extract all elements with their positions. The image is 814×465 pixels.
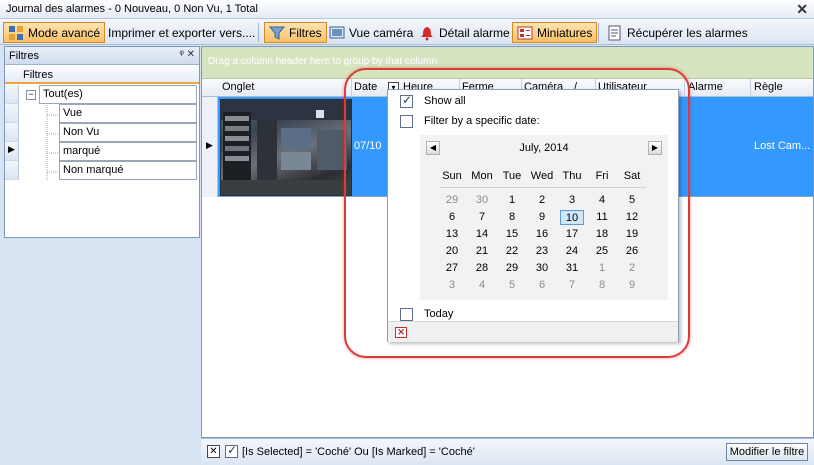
- vue-camera-button[interactable]: Vue caméra: [324, 22, 418, 43]
- enable-filter-checkbox[interactable]: [225, 443, 238, 458]
- filtres-button[interactable]: Filtres: [264, 22, 327, 43]
- advanced-mode-icon: [8, 25, 24, 41]
- detail-alarme-label: Détail alarme: [439, 25, 510, 40]
- filter-status-bar: ✕ [Is Selected] = 'Coché' Ou [Is Marked]…: [201, 438, 814, 465]
- collapse-toggle-icon[interactable]: −: [26, 90, 36, 100]
- row-selector[interactable]: [5, 104, 19, 123]
- alarm-bell-icon: [419, 25, 435, 41]
- thumbnail-scene: [221, 100, 351, 195]
- row-selector[interactable]: [5, 123, 19, 142]
- filter-expression[interactable]: [Is Selected] = 'Coché' Ou [Is Marked] =…: [242, 446, 475, 458]
- mode-avance-button[interactable]: Mode avancé: [3, 22, 106, 43]
- row-regle-cell: Lost Cam...: [754, 140, 811, 152]
- camera-view-icon: [329, 25, 345, 41]
- filters-column-header[interactable]: Filtres: [5, 66, 199, 84]
- group-by-hint: Drag a column header here to group by th…: [208, 56, 438, 67]
- tree-item-marque[interactable]: marqué: [59, 142, 197, 161]
- modify-filter-button[interactable]: Modifier le filtre: [726, 443, 808, 461]
- toolbar-divider: [258, 23, 259, 42]
- retrieve-alarms-icon: [607, 25, 623, 41]
- tree-item-vue[interactable]: Vue: [59, 104, 197, 123]
- highlight-ring: [344, 68, 690, 358]
- mode-avance-label: Mode avancé: [28, 25, 101, 40]
- column-header-onglet[interactable]: Onglet: [222, 81, 254, 93]
- column-divider[interactable]: [750, 79, 751, 97]
- tree-item-non-vu[interactable]: Non Vu: [59, 123, 197, 142]
- row-selector[interactable]: [5, 161, 19, 180]
- clear-filter-icon[interactable]: ✕: [207, 445, 220, 458]
- filter-funnel-icon: [268, 25, 286, 41]
- miniatures-label: Miniatures: [537, 25, 593, 40]
- pin-close-icon[interactable]: ᵠ ✕: [179, 49, 195, 60]
- filtres-label: Filtres: [289, 25, 322, 40]
- alarm-thumbnail-image[interactable]: [220, 99, 352, 196]
- tree-item-non-marque[interactable]: Non marqué: [59, 161, 197, 180]
- thumbnails-icon: [517, 25, 533, 41]
- column-header-alarme[interactable]: Alarme: [688, 81, 723, 93]
- row-selector[interactable]: [5, 85, 19, 104]
- detail-alarme-button[interactable]: Détail alarme: [414, 22, 515, 43]
- filters-panel: Filtres ᵠ ✕ Filtres ▶ − Tout(es) Vue Non…: [4, 46, 200, 238]
- toolbar: Mode avancé Imprimer et exporter vers...…: [0, 19, 814, 45]
- miniatures-button[interactable]: Miniatures: [512, 22, 598, 43]
- tree-item-tout[interactable]: Tout(es): [39, 85, 197, 104]
- print-export-button[interactable]: Imprimer et exporter vers....: [103, 22, 260, 43]
- recuperer-alarmes-button[interactable]: Récupérer les alarmes: [602, 22, 753, 43]
- current-row-arrow-icon: ▶: [206, 140, 213, 150]
- row-selector[interactable]: ▶: [5, 142, 19, 161]
- window-title: Journal des alarmes - 0 Nouveau, 0 Non V…: [6, 3, 258, 15]
- filters-panel-header: Filtres ᵠ ✕: [5, 47, 199, 65]
- window-title-bar: Journal des alarmes - 0 Nouveau, 0 Non V…: [0, 0, 814, 19]
- vue-camera-label: Vue caméra: [349, 25, 414, 40]
- toolbar-divider: [598, 23, 599, 42]
- print-export-label: Imprimer et exporter vers....: [108, 25, 256, 40]
- row-selector[interactable]: ▶: [202, 97, 218, 197]
- recuperer-alarmes-label: Récupérer les alarmes: [627, 25, 748, 40]
- column-header-regle[interactable]: Règle: [754, 81, 783, 93]
- current-row-arrow-icon: ▶: [8, 144, 15, 154]
- filters-panel-title: Filtres: [9, 50, 39, 62]
- close-icon[interactable]: ✕: [796, 1, 808, 18]
